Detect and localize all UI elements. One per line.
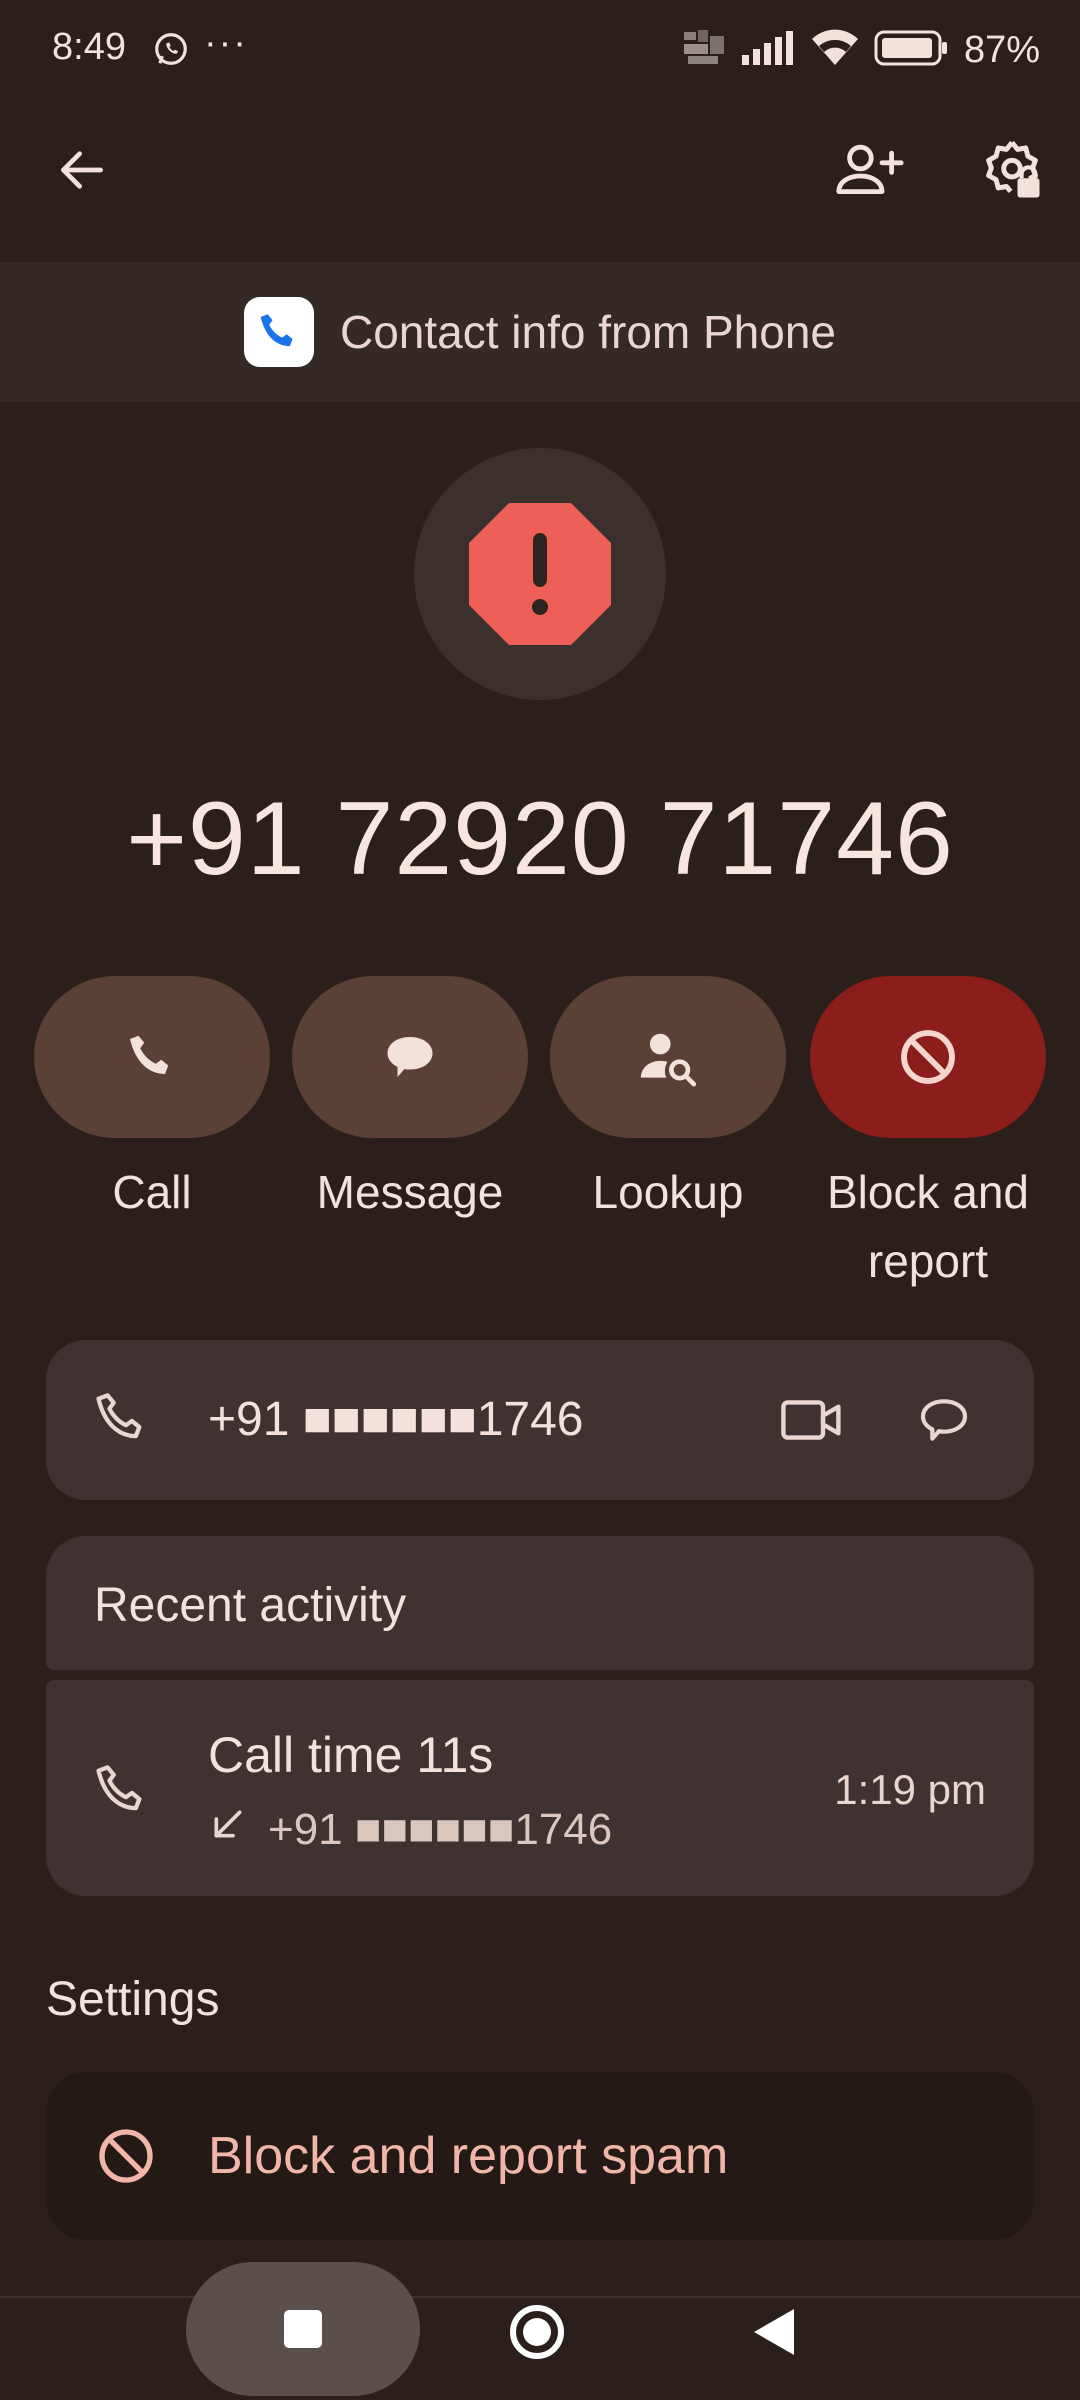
call-button[interactable]	[34, 976, 270, 1138]
call-duration: Call time 11s	[208, 1727, 494, 1783]
person-add-icon	[836, 144, 904, 194]
screen: 8:49 ··· 87% Contact info from Phone +91…	[0, 0, 1080, 2400]
incoming-arrow-icon	[208, 1804, 248, 1855]
block-report-spam-button[interactable]: Block and report spam	[46, 2072, 1034, 2240]
status-time: 8:49	[52, 26, 126, 68]
recent-activity-header: Recent activity	[46, 1536, 1034, 1670]
lookup-label: Lookup	[592, 1166, 744, 1218]
signal-icon	[741, 30, 796, 70]
banner-text: Contact info from Phone	[339, 306, 837, 358]
triangle-back-icon	[754, 2309, 794, 2355]
status-more-dots: ···	[204, 22, 248, 64]
person-search-icon	[640, 1033, 697, 1087]
action-buttons: Call Message Lookup Block and report	[34, 976, 1046, 1296]
gear-lock-icon	[986, 140, 1040, 198]
block-report-label: Block and report	[826, 1166, 1029, 1287]
recent-activity-title: Recent activity	[94, 1579, 407, 1632]
message-label: Message	[316, 1166, 504, 1218]
arrow-back-icon	[61, 151, 103, 189]
call-subline: +91 ■■■■■■1746	[208, 1804, 612, 1855]
call-number: +91 ■■■■■■1746	[268, 1804, 613, 1854]
status-bar: 8:49 ··· 87%	[0, 0, 1080, 100]
battery-percent: 87%	[963, 28, 1040, 71]
wifi-icon	[810, 29, 860, 72]
battery-icon	[874, 30, 950, 71]
video-icon	[781, 1400, 841, 1440]
contact-info-banner[interactable]: Contact info from Phone	[0, 262, 1080, 402]
recent-call-item[interactable]: Call time 11s +91 ■■■■■■1746 1:19 pm	[46, 1680, 1034, 1896]
status-right: 87%	[683, 28, 1040, 72]
circle-home-icon	[510, 2305, 564, 2359]
top-app-bar	[0, 110, 1080, 230]
block-icon	[94, 2124, 158, 2193]
message-action[interactable]: Message	[292, 976, 528, 1227]
add-contact-button[interactable]	[822, 122, 918, 218]
whatsapp-icon	[152, 30, 190, 68]
spam-avatar	[414, 448, 666, 700]
block-icon	[901, 1030, 955, 1084]
block-report-action[interactable]: Block and report	[810, 976, 1046, 1296]
nav-divider	[0, 2296, 1080, 2298]
back-button[interactable]	[34, 122, 130, 218]
contact-number-title: +91 72920 71746	[126, 781, 954, 897]
message-icon	[387, 1037, 433, 1077]
call-label: Call	[112, 1166, 192, 1218]
phone-icon	[90, 1386, 154, 1455]
phone-number-card[interactable]: +91 ■■■■■■1746	[46, 1340, 1034, 1500]
spam-warning-icon	[469, 503, 611, 645]
lookup-action[interactable]: Lookup	[550, 976, 786, 1227]
nav-back-button[interactable]	[742, 2300, 806, 2364]
nav-home-button[interactable]	[505, 2300, 569, 2364]
chat-bubble-icon	[920, 1399, 968, 1441]
video-call-button[interactable]	[772, 1384, 852, 1456]
call-action[interactable]: Call	[34, 976, 270, 1227]
block-report-button[interactable]	[810, 976, 1046, 1138]
nav-recents-button[interactable]	[186, 2262, 420, 2396]
contact-settings-button[interactable]	[964, 122, 1060, 218]
block-report-spam-label: Block and report spam	[208, 2127, 729, 2185]
phone-number-text: +91 ■■■■■■1746	[208, 1393, 584, 1446]
lookup-button[interactable]	[550, 976, 786, 1138]
phone-icon	[130, 1035, 169, 1074]
network-icon	[683, 29, 728, 71]
settings-title: Settings	[46, 1973, 220, 2026]
phone-app-icon	[243, 297, 314, 367]
call-time: 1:19 pm	[834, 1766, 986, 1813]
phone-icon	[90, 1758, 154, 1827]
square-icon	[284, 2310, 322, 2348]
message-button[interactable]	[292, 976, 528, 1138]
send-message-button[interactable]	[904, 1384, 984, 1456]
